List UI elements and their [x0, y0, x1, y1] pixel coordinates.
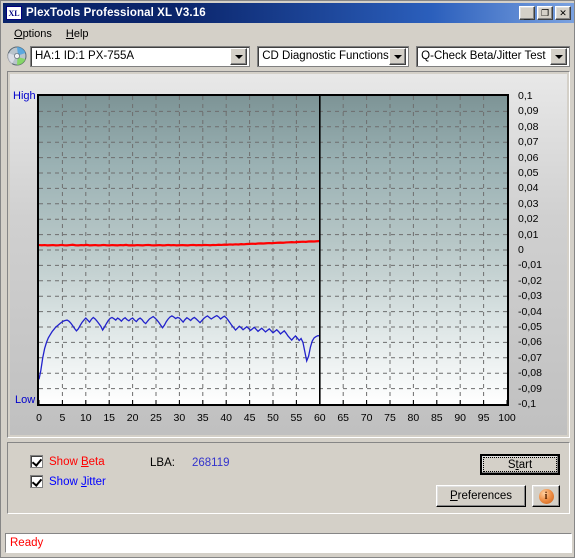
y-axis-tick-label: -0,01: [518, 259, 542, 272]
x-axis-tick-label: 45: [243, 412, 256, 424]
plot-svg: [39, 96, 507, 404]
controls-panel: Show Beta Show Jitter LBA: 268119 Start …: [7, 442, 570, 514]
test-select-value: Q-Check Beta/Jitter Test: [421, 50, 546, 62]
plot-area[interactable]: [37, 94, 509, 406]
menu-item-options[interactable]: Options: [7, 26, 59, 42]
x-axis-tick-label: 70: [360, 412, 373, 424]
minimize-icon: _: [523, 9, 531, 21]
focus-ring: [483, 457, 557, 472]
x-axis-tick-label: 25: [150, 412, 162, 424]
status-bar: Ready: [5, 533, 572, 553]
x-axis-tick-labels: 0 5 10 15 20 25 30 35 40 45 50 55 60 65 70 75 80 85 90 95 10…: [10, 412, 567, 428]
y-axis-tick-labels: 0,1 0,09 0,08 0,07 0,06 0,05 0,04 0,03 0,02 0,01 0…: [518, 88, 564, 412]
y-axis-tick-label: -0,07: [518, 351, 542, 364]
x-axis-tick-label: 90: [454, 412, 467, 424]
lba-label: LBA:: [150, 457, 175, 469]
x-axis-tick-label: 10: [79, 412, 92, 424]
close-button[interactable]: ✕: [555, 6, 571, 20]
info-icon: i: [538, 488, 554, 504]
status-text: Ready: [10, 537, 44, 549]
y-axis-tick-label: -0,1: [518, 398, 537, 410]
menu-options-label: ptions: [22, 28, 52, 40]
y-axis-tick-label: 0,01: [518, 228, 539, 241]
x-axis-tick-label: 55: [290, 412, 303, 424]
y-axis-tick-label: -0,08: [518, 367, 542, 380]
chart-area: High Low 0,1 0,09 0,08 0,07 0,06 0,05 0,04 0,03…: [10, 74, 567, 435]
y-axis-tick-label: -0,06: [518, 336, 542, 349]
x-axis-tick-label: 40: [220, 412, 233, 424]
x-axis-tick-label: 20: [126, 412, 139, 424]
menu-item-help[interactable]: Help: [59, 26, 96, 42]
show-beta-label: Show Beta: [49, 455, 105, 468]
chevron-down-icon[interactable]: [230, 47, 248, 65]
x-axis-tick-label: 60: [313, 412, 326, 424]
title-bar: XL PlexTools Professional XL V3.16 _ ❐ ✕: [3, 3, 574, 23]
test-select[interactable]: Q-Check Beta/Jitter Test: [416, 45, 570, 67]
window-title: PlexTools Professional XL V3.16: [26, 7, 206, 19]
x-axis-tick-label: 0: [36, 412, 42, 424]
chevron-down-icon[interactable]: [389, 47, 407, 65]
x-axis-tick-label: 65: [337, 412, 350, 424]
chart-panel: High Low 0,1 0,09 0,08 0,07 0,06 0,05 0,04 0,03…: [7, 71, 570, 438]
y-axis-tick-label: 0,08: [518, 120, 539, 133]
y-axis-tick-label: 0,06: [518, 151, 539, 164]
y-axis-tick-label: -0,04: [518, 305, 542, 318]
app-logo-icon: XL: [6, 6, 22, 20]
x-axis-tick-label: 35: [196, 412, 209, 424]
y-axis-tick-label: -0,03: [518, 290, 542, 303]
plextools-window: XL PlexTools Professional XL V3.16 _ ❐ ✕…: [0, 0, 575, 558]
close-icon: ✕: [559, 8, 567, 18]
y-axis-tick-label: -0,05: [518, 321, 542, 333]
y-axis-tick-label: 0,04: [518, 182, 539, 195]
show-jitter-label: Show Jitter: [49, 475, 106, 488]
y-axis-tick-label: 0,03: [518, 197, 539, 210]
x-axis-tick-label: 75: [384, 412, 396, 424]
maximize-icon: ❐: [540, 8, 550, 18]
x-axis-tick-label: 85: [430, 412, 443, 424]
y-axis-tick-label: 0: [518, 244, 524, 256]
y-axis-tick-label: -0,09: [518, 382, 542, 395]
info-button[interactable]: i: [532, 485, 560, 507]
disc-icon: [7, 46, 27, 66]
show-beta-checkbox[interactable]: [30, 455, 43, 468]
y-axis-tick-label: 0,05: [518, 167, 539, 179]
y-axis-tick-label: 0,07: [518, 136, 539, 149]
y-axis-tick-label: 0,09: [518, 105, 539, 118]
x-axis-tick-label: 80: [407, 412, 420, 424]
x-axis-tick-label: 5: [59, 412, 66, 424]
drive-select[interactable]: HA:1 ID:1 PX-755A: [30, 45, 251, 67]
drive-select-value: HA:1 ID:1 PX-755A: [35, 50, 135, 62]
y-axis-low-label: Low: [15, 394, 36, 406]
preferences-button-label: Preferences: [449, 490, 512, 502]
window-controls: _ ❐ ✕: [519, 6, 571, 21]
start-button[interactable]: Start: [480, 454, 560, 475]
toolbar: HA:1 ID:1 PX-755A CD Diagnostic Function…: [7, 45, 570, 67]
y-axis-tick-label: 0,02: [518, 213, 539, 226]
maximize-button[interactable]: ❐: [537, 6, 553, 20]
menu-help-label: elp: [73, 28, 89, 40]
show-beta-checkbox-row[interactable]: Show Beta: [30, 455, 105, 468]
lba-value: 268119: [192, 457, 230, 469]
y-axis-high-label: High: [13, 90, 36, 102]
y-axis-tick-label: 0,1: [518, 90, 533, 102]
show-jitter-checkbox-row[interactable]: Show Jitter: [30, 475, 106, 488]
x-axis-tick-label: 100: [498, 412, 516, 424]
function-select[interactable]: CD Diagnostic Functions: [257, 45, 410, 67]
chevron-down-icon[interactable]: [550, 47, 567, 65]
y-axis-tick-label: -0,02: [518, 274, 542, 287]
x-axis-tick-label: 15: [103, 412, 116, 424]
function-select-value: CD Diagnostic Functions: [262, 50, 389, 62]
x-axis-tick-label: 95: [477, 412, 490, 424]
x-axis-tick-label: 50: [267, 412, 279, 424]
preferences-button[interactable]: Preferences: [436, 485, 526, 507]
minimize-button[interactable]: _: [519, 6, 535, 21]
x-axis-tick-label: 30: [173, 412, 186, 424]
menu-bar: Options Help: [3, 25, 574, 43]
show-jitter-checkbox[interactable]: [30, 475, 43, 488]
